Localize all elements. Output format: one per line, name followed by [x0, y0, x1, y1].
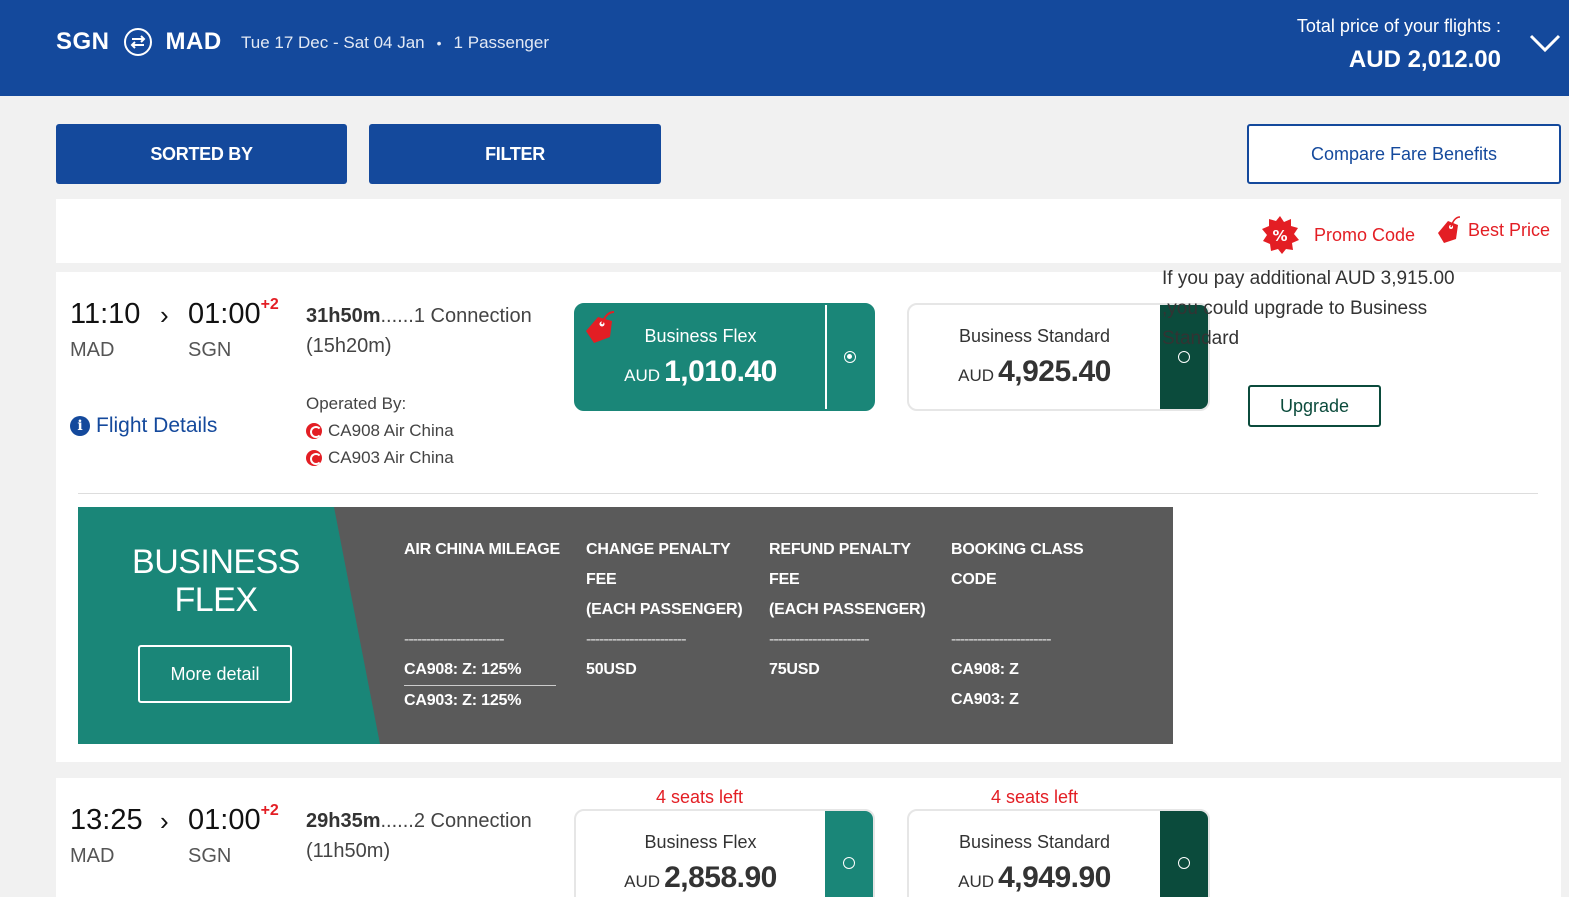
divider [78, 493, 1538, 494]
fare-price: AUD 2,858.90 [624, 860, 777, 894]
duration-info: 31h50m......1 Connection (15h20m) [306, 301, 532, 361]
total-price-amount: AUD 2,012.00 [1348, 46, 1501, 73]
flight-details-label: Flight Details [96, 414, 218, 437]
flight-details-link[interactable]: i Flight Details [70, 414, 217, 438]
departure-time: 13:25 [70, 804, 143, 836]
fare-option-business-standard[interactable]: Business Standard AUD 4,949.90 [907, 809, 1210, 897]
fare-price: AUD 4,949.90 [958, 860, 1111, 894]
fare-radio[interactable] [825, 305, 873, 409]
trip-info: Tue 17 Dec - Sat 04 Jan • 1 Passenger [241, 33, 549, 53]
price-tag-icon [1438, 216, 1461, 243]
svg-text:%: % [1272, 227, 1287, 245]
seats-left-badge: 4 seats left [991, 787, 1079, 807]
duration-info: 29h35m......2 Connection (11h50m) [306, 806, 532, 866]
flight-card: 13:25 › 01:00+2 MAD SGN 29h35m......2 Co… [56, 778, 1561, 897]
operator-row: CA908 Air China [306, 421, 454, 441]
fare-option-business-flex[interactable]: Business Flex AUD 2,858.90 [574, 809, 875, 897]
bullet-separator: • [436, 35, 442, 51]
fare-name: Business Flex [644, 831, 757, 852]
chevron-right-icon: › [160, 806, 169, 836]
change-penalty-column: CHANGE PENALTY FEE (EACH PASSENGER) ----… [586, 541, 743, 678]
more-detail-button[interactable]: More detail [138, 645, 292, 703]
fare-radio[interactable] [825, 811, 873, 897]
promo-code-legend: % Promo Code [1260, 215, 1415, 255]
arrival-time: 01:00+2 [188, 296, 279, 330]
total-price-label: Total price of your flights : [1296, 16, 1501, 36]
destination-code: MAD [165, 28, 222, 55]
day-offset: +2 [260, 296, 279, 313]
compare-fare-benefits-button[interactable]: Compare Fare Benefits [1247, 124, 1561, 184]
fare-family-title: BUSINESS FLEX [132, 543, 300, 619]
layover-time: (11h50m) [306, 840, 391, 862]
connection-count: ......1 Connection [380, 305, 532, 327]
day-offset: +2 [260, 802, 279, 819]
fare-name: Business Standard [958, 325, 1111, 346]
duration: 29h35m [306, 810, 381, 832]
price-tag-icon [586, 311, 615, 343]
promo-code-label: Promo Code [1314, 224, 1416, 245]
departure-time: 11:10 [70, 298, 141, 330]
fare-detail-panel: BUSINESS FLEX More detail AIR CHINA MILE… [78, 507, 1173, 744]
best-price-label: Best Price [1468, 219, 1551, 240]
best-price-legend: Best Price [1436, 215, 1550, 245]
fare-main: Business Standard AUD 4,949.90 [909, 811, 1160, 897]
upgrade-message: If you pay additional AUD 3,915.00 ,you … [1162, 268, 1455, 349]
layover-time: (15h20m) [306, 335, 392, 357]
sorted-by-button[interactable]: SORTED BY [56, 124, 347, 184]
departure-airport: MAD [70, 339, 115, 361]
chevron-down-icon[interactable] [1529, 30, 1561, 54]
route: SGN MAD [56, 28, 222, 56]
arrival-airport: SGN [188, 845, 232, 867]
fare-main: Business Standard AUD 4,925.40 [909, 305, 1160, 409]
radio-unselected-icon [1178, 857, 1190, 869]
trip-dates: Tue 17 Dec - Sat 04 Jan [241, 33, 425, 52]
radio-selected-icon [844, 351, 856, 363]
seats-left-badge: 4 seats left [656, 787, 744, 807]
info-icon: i [70, 416, 90, 436]
arrival-airport: SGN [188, 339, 232, 361]
passenger-count: 1 Passenger [453, 33, 549, 52]
operated-by-label: Operated By: [306, 394, 407, 413]
air-china-logo-icon [306, 450, 322, 466]
swap-icon [123, 28, 152, 56]
promo-badge-icon: % [1262, 216, 1299, 254]
chevron-right-icon: › [160, 300, 169, 330]
trip-header: SGN MAD Tue 17 Dec - Sat 04 Jan • 1 Pass… [0, 0, 1569, 96]
fare-name: Business Standard [958, 831, 1111, 852]
booking-class-column: BOOKING CLASS CODE ---------------------… [951, 541, 1084, 708]
arrival-time: 01:00+2 [188, 802, 279, 836]
duration: 31h50m [306, 305, 381, 327]
fare-radio[interactable] [1160, 811, 1208, 897]
connection-count: ......2 Connection [380, 810, 532, 832]
fare-price: AUD 1,010.40 [624, 354, 777, 388]
fare-name: Business Flex [644, 325, 757, 346]
legend-bar: % Promo Code Best Price [56, 199, 1561, 263]
operated-by: Operated By: CA908 Air China CA903 Air C… [306, 394, 454, 468]
origin-code: SGN [56, 28, 110, 55]
radio-unselected-icon [843, 857, 855, 869]
fare-option-business-flex[interactable]: Business Flex AUD 1,010.40 [574, 303, 875, 411]
air-china-logo-icon [306, 423, 322, 439]
operator-row: CA903 Air China [306, 448, 454, 468]
fare-main: Business Flex AUD 2,858.90 [576, 811, 825, 897]
refund-penalty-column: REFUND PENALTY FEE (EACH PASSENGER) ----… [769, 541, 926, 678]
departure-airport: MAD [70, 845, 115, 867]
upgrade-button[interactable]: Upgrade [1248, 385, 1381, 427]
fare-price: AUD 4,925.40 [958, 354, 1111, 388]
filter-button[interactable]: FILTER [369, 124, 661, 184]
mileage-column: AIR CHINA MILEAGE ----------------------… [404, 541, 561, 709]
